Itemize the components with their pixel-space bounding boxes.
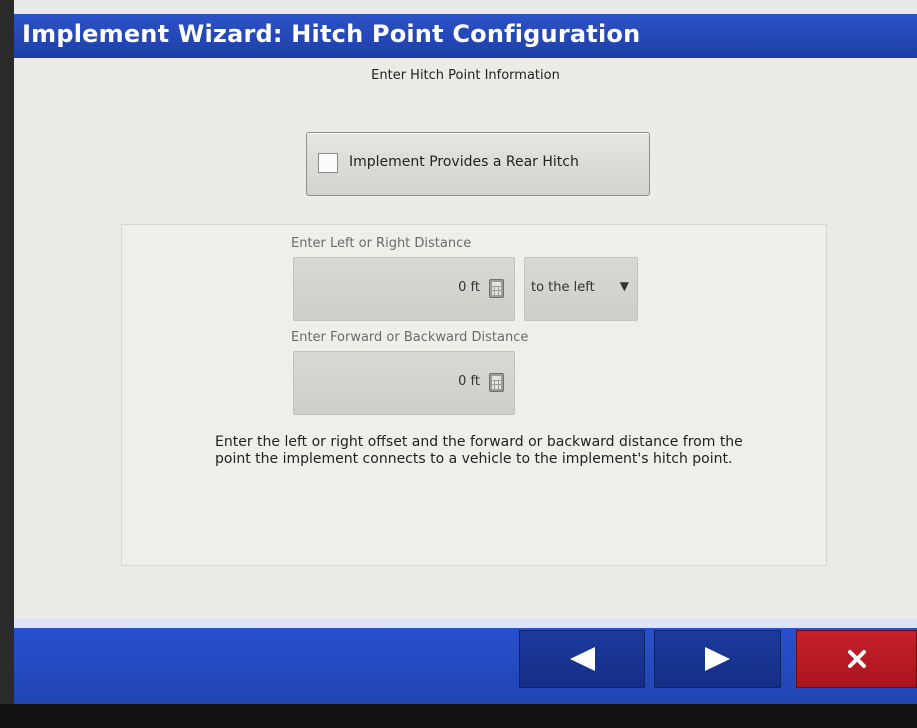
direction-dropdown[interactable]: to the left ▼ [524,257,638,321]
screen-bezel-left [0,0,14,728]
forward-backward-value: 0 ft [458,374,480,389]
page-subtitle: Enter Hitch Point Information [371,68,560,83]
triangle-right-icon [704,647,730,671]
rear-hitch-label: Implement Provides a Rear Hitch [349,154,579,170]
navigation-bar-strip [14,618,917,628]
help-text: Enter the left or right offset and the f… [215,434,743,467]
back-button[interactable] [519,630,645,688]
left-right-label: Enter Left or Right Distance [291,236,472,251]
left-right-distance-input[interactable]: 0 ft [293,257,515,321]
forward-backward-distance-input[interactable]: 0 ft [293,351,515,415]
screen-bezel-bottom [0,704,917,728]
forward-backward-label: Enter Forward or Backward Distance [291,330,529,345]
title-bar: Implement Wizard: Hitch Point Configurat… [14,14,917,58]
wizard-screen: Implement Wizard: Hitch Point Configurat… [14,14,917,704]
cancel-button[interactable] [796,630,917,688]
calculator-icon[interactable] [489,373,504,392]
direction-value: to the left [531,280,595,295]
navigation-bar [14,618,917,704]
left-right-value: 0 ft [458,280,480,295]
window-title: Implement Wizard: Hitch Point Configurat… [22,20,641,48]
rear-hitch-checkbox[interactable] [318,153,338,173]
rear-hitch-toggle[interactable]: Implement Provides a Rear Hitch [306,132,650,196]
next-button[interactable] [654,630,781,688]
triangle-left-icon [570,647,595,671]
calculator-icon[interactable] [489,279,504,298]
close-icon [847,650,866,668]
chevron-down-icon: ▼ [619,279,629,293]
screen-bezel-top [0,0,917,14]
